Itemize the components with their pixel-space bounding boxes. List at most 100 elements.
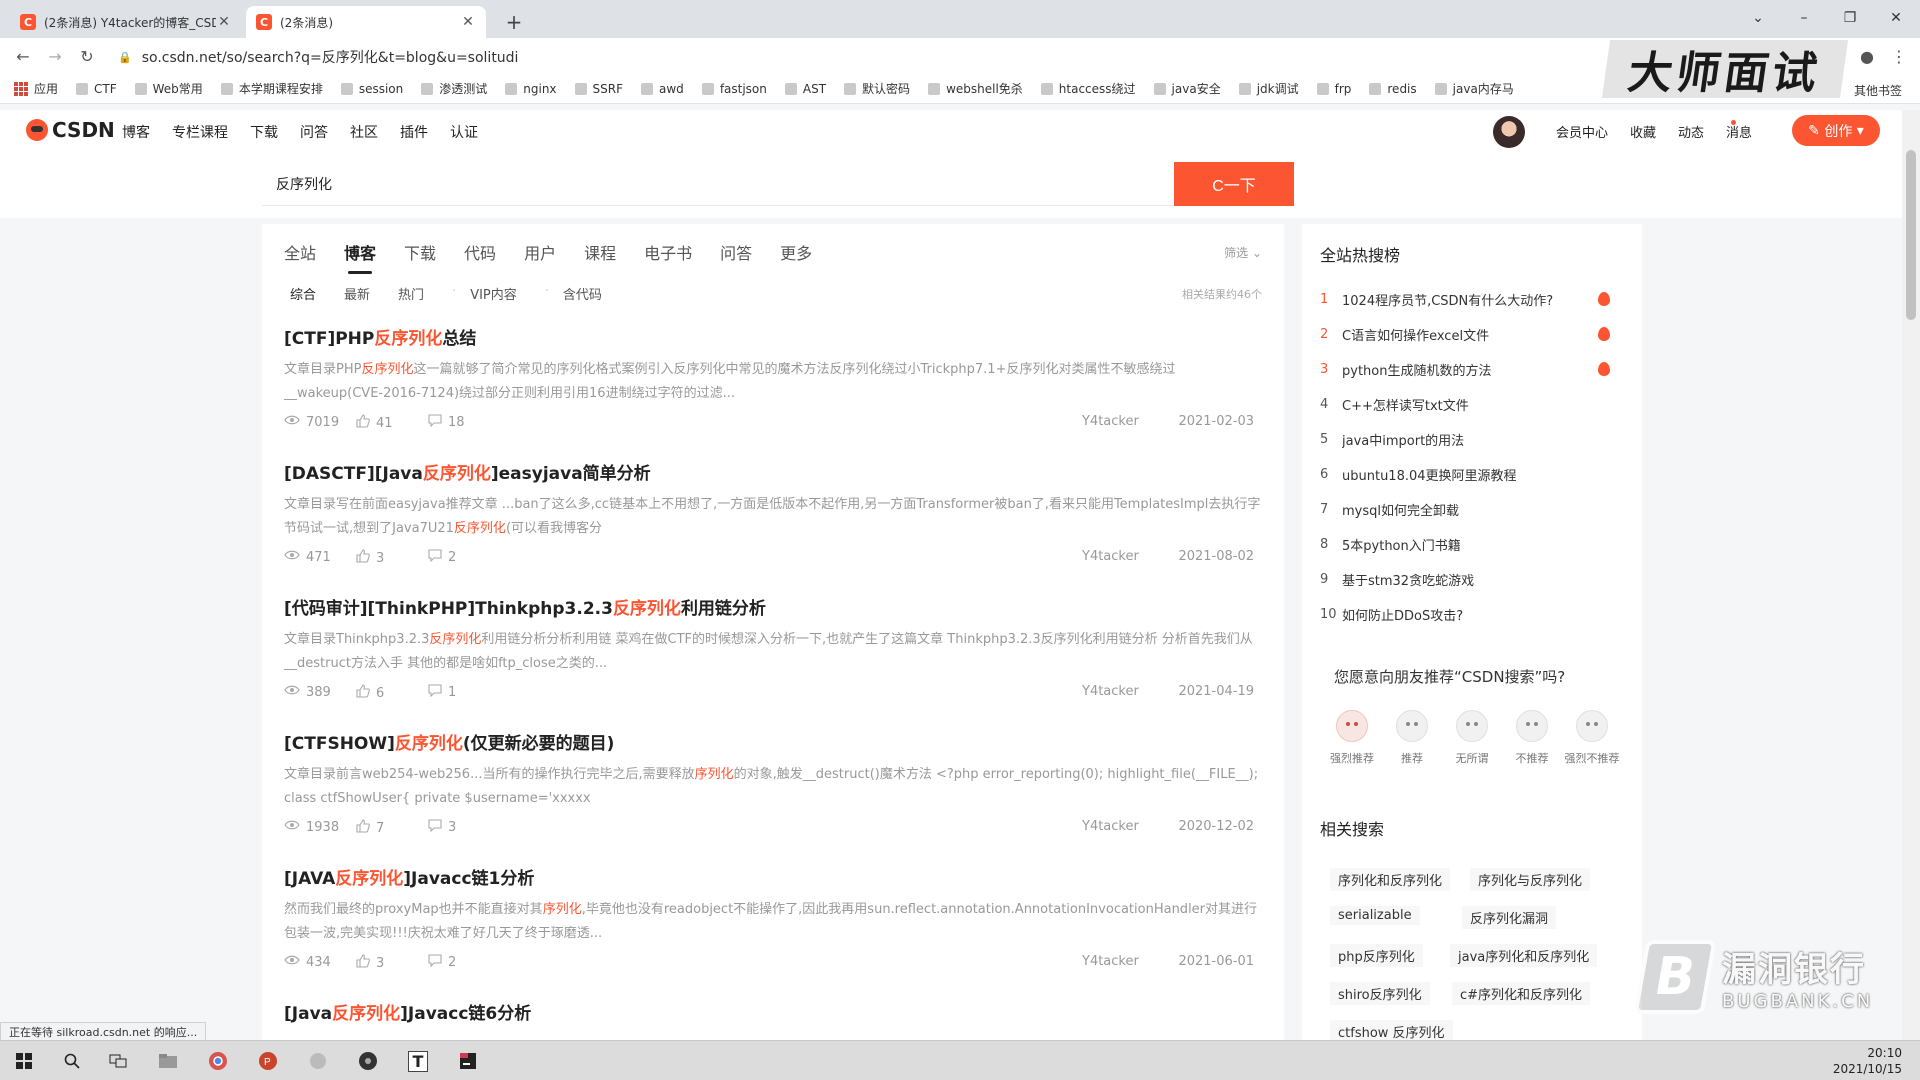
related-tag[interactable]: 序列化与反序列化 bbox=[1470, 868, 1591, 891]
search-tab[interactable]: 问答 bbox=[720, 240, 752, 274]
forward-icon[interactable]: → bbox=[40, 41, 70, 71]
new-tab-button[interactable]: + bbox=[500, 8, 528, 36]
result-title[interactable]: [CTFSHOW]反序列化(仅更新必要的题目) bbox=[284, 729, 1264, 755]
browser-tab-2[interactable]: C (2条消息) ✕ bbox=[246, 6, 486, 38]
bookmark-item[interactable]: webshell免杀 bbox=[928, 80, 1023, 97]
windows-start-icon[interactable] bbox=[6, 1047, 42, 1075]
minimize-icon[interactable]: – bbox=[1784, 6, 1824, 30]
powerpoint-icon[interactable]: P bbox=[250, 1047, 286, 1075]
hot-item[interactable]: 7 mysql如何完全卸载 bbox=[1320, 498, 1620, 520]
file-explorer-icon[interactable] bbox=[150, 1047, 186, 1075]
menu-icon[interactable]: ⋮ bbox=[1884, 41, 1914, 71]
result-item[interactable]: [代码审计][ThinkPHP]Thinkphp3.2.3反序列化利用链分析 文章… bbox=[284, 594, 1264, 704]
user-nav-item[interactable]: 动态 bbox=[1678, 122, 1704, 141]
bookmark-item[interactable]: java安全 bbox=[1153, 80, 1221, 97]
sort-tab[interactable]: 最新 bbox=[344, 284, 370, 303]
hot-item[interactable]: 4 C++怎样读写txt文件 bbox=[1320, 393, 1620, 415]
rating-option[interactable]: 推荐 bbox=[1382, 710, 1442, 766]
search-tab[interactable]: 下载 bbox=[404, 240, 436, 274]
hot-item[interactable]: 10 如何防止DDoS攻击? bbox=[1320, 603, 1620, 625]
bookmark-item[interactable]: SSRF bbox=[574, 82, 623, 96]
nav-item[interactable]: 插件 bbox=[400, 122, 428, 142]
search-input[interactable] bbox=[262, 162, 1174, 206]
result-title[interactable]: [代码审计][ThinkPHP]Thinkphp3.2.3反序列化利用链分析 bbox=[284, 594, 1264, 620]
likes[interactable]: 3 bbox=[356, 954, 384, 972]
likes[interactable]: 3 bbox=[356, 549, 384, 567]
comments[interactable]: 2 bbox=[428, 954, 456, 971]
result-title[interactable]: [DASCTF][Java反序列化]easyjava简单分析 bbox=[284, 459, 1264, 485]
related-tag[interactable]: ctfshow 反序列化 bbox=[1330, 1020, 1453, 1040]
bookmark-item[interactable]: htaccess绕过 bbox=[1040, 80, 1136, 97]
bookmark-item[interactable]: CTF bbox=[76, 82, 117, 96]
profile-icon[interactable]: ● bbox=[1852, 41, 1882, 71]
result-title[interactable]: [CTF]PHP反序列化总结 bbox=[284, 324, 1264, 350]
related-tag[interactable]: 反序列化漏洞 bbox=[1462, 906, 1557, 929]
bookmark-item[interactable]: 本学期课程安排 bbox=[220, 80, 323, 97]
typora-icon[interactable]: T bbox=[400, 1047, 436, 1075]
comments[interactable]: 18 bbox=[428, 414, 465, 431]
other-bookmarks[interactable]: 其他书签 bbox=[1854, 82, 1902, 99]
app-icon[interactable] bbox=[300, 1047, 336, 1075]
related-tag[interactable]: c#序列化和反序列化 bbox=[1452, 982, 1591, 1005]
clock[interactable]: 20:10 2021/10/15 bbox=[1833, 1045, 1902, 1077]
hot-item[interactable]: 2 C语言如何操作excel文件 bbox=[1320, 323, 1620, 345]
bookmark-item[interactable]: 应用 bbox=[14, 80, 58, 97]
sort-tab[interactable]: 综合 bbox=[290, 284, 316, 303]
jetbrains-icon[interactable] bbox=[450, 1047, 486, 1075]
search-tab[interactable]: 更多 bbox=[780, 240, 812, 274]
related-tag[interactable]: 序列化和反序列化 bbox=[1330, 868, 1451, 891]
bookmark-item[interactable]: redis bbox=[1369, 82, 1417, 96]
result-item[interactable]: [CTFSHOW]反序列化(仅更新必要的题目) 文章目录前言web254-web2… bbox=[284, 729, 1264, 839]
hot-item[interactable]: 9 基于stm32贪吃蛇游戏 bbox=[1320, 568, 1620, 590]
bookmark-item[interactable]: Web常用 bbox=[134, 80, 203, 97]
user-nav-item[interactable]: 会员中心 bbox=[1556, 122, 1608, 141]
close-tab-icon[interactable]: ✕ bbox=[460, 14, 476, 30]
bookmark-item[interactable]: 默认密码 bbox=[844, 80, 910, 97]
obs-icon[interactable] bbox=[350, 1047, 386, 1075]
search-tab[interactable]: 课程 bbox=[584, 240, 616, 274]
related-tag[interactable]: shiro反序列化 bbox=[1330, 982, 1430, 1005]
bookmark-item[interactable]: frp bbox=[1316, 82, 1351, 96]
search-tab[interactable]: 代码 bbox=[464, 240, 496, 274]
result-item[interactable]: [CTF]PHP反序列化总结 文章目录PHP反序列化这一篇就够了简介常见的序列化格… bbox=[284, 324, 1264, 434]
browser-tab-1[interactable]: C (2条消息) Y4tacker的博客_CSDN ✕ bbox=[10, 6, 242, 38]
create-button[interactable]: ✎ 创作 ▾ bbox=[1792, 115, 1880, 146]
bookmark-item[interactable]: nginx bbox=[505, 82, 557, 96]
close-tab-icon[interactable]: ✕ bbox=[216, 14, 232, 30]
bookmark-item[interactable]: 渗透测试 bbox=[421, 80, 487, 97]
sort-tab[interactable]: 热门 bbox=[398, 284, 424, 303]
bookmark-item[interactable]: fastjson bbox=[701, 82, 767, 96]
search-tab[interactable]: 电子书 bbox=[644, 240, 692, 274]
related-tag[interactable]: serializable bbox=[1330, 906, 1420, 925]
hot-item[interactable]: 5 java中import的用法 bbox=[1320, 428, 1620, 450]
nav-item[interactable]: 博客 bbox=[122, 122, 150, 142]
bookmark-item[interactable]: awd bbox=[641, 82, 684, 96]
author[interactable]: Y4tacker bbox=[1082, 684, 1139, 699]
comments[interactable]: 1 bbox=[428, 684, 456, 701]
comments[interactable]: 3 bbox=[428, 819, 456, 836]
url-field[interactable]: 🔒 so.csdn.net/so/search?q=反序列化&t=blog&u=… bbox=[118, 44, 1598, 70]
filter-dropdown[interactable]: 筛选 ⌄ bbox=[1224, 244, 1262, 261]
likes[interactable]: 6 bbox=[356, 684, 384, 702]
task-view-icon[interactable] bbox=[100, 1047, 136, 1075]
hot-item[interactable]: 6 ubuntu18.04更换阿里源教程 bbox=[1320, 463, 1620, 485]
author[interactable]: Y4tacker bbox=[1082, 819, 1139, 834]
related-tag[interactable]: php反序列化 bbox=[1330, 944, 1423, 967]
hot-item[interactable]: 3 python生成随机数的方法 bbox=[1320, 358, 1620, 380]
related-tag[interactable]: java序列化和反序列化 bbox=[1450, 944, 1598, 967]
csdn-logo[interactable]: CSDN bbox=[26, 118, 115, 142]
rating-option[interactable]: 不推荐 bbox=[1502, 710, 1562, 766]
user-nav-item[interactable]: 收藏 bbox=[1630, 122, 1656, 141]
reload-icon[interactable]: ↻ bbox=[72, 41, 102, 71]
nav-item[interactable]: 认证 bbox=[450, 122, 478, 142]
hot-item[interactable]: 8 5本python入门书籍 bbox=[1320, 533, 1620, 555]
sort-tab[interactable]: 含代码 bbox=[563, 284, 602, 303]
bookmark-item[interactable]: AST bbox=[784, 82, 826, 96]
rating-option[interactable]: 强烈推荐 bbox=[1322, 710, 1382, 766]
author[interactable]: Y4tacker bbox=[1082, 414, 1139, 429]
scroll-thumb[interactable] bbox=[1906, 150, 1916, 320]
rating-option[interactable]: 强烈不推荐 bbox=[1562, 710, 1622, 766]
hot-item[interactable]: 1 1024程序员节,CSDN有什么大动作? bbox=[1320, 288, 1620, 310]
tab-search-icon[interactable]: ⌄ bbox=[1738, 6, 1778, 30]
search-tab[interactable]: 全站 bbox=[284, 240, 316, 274]
